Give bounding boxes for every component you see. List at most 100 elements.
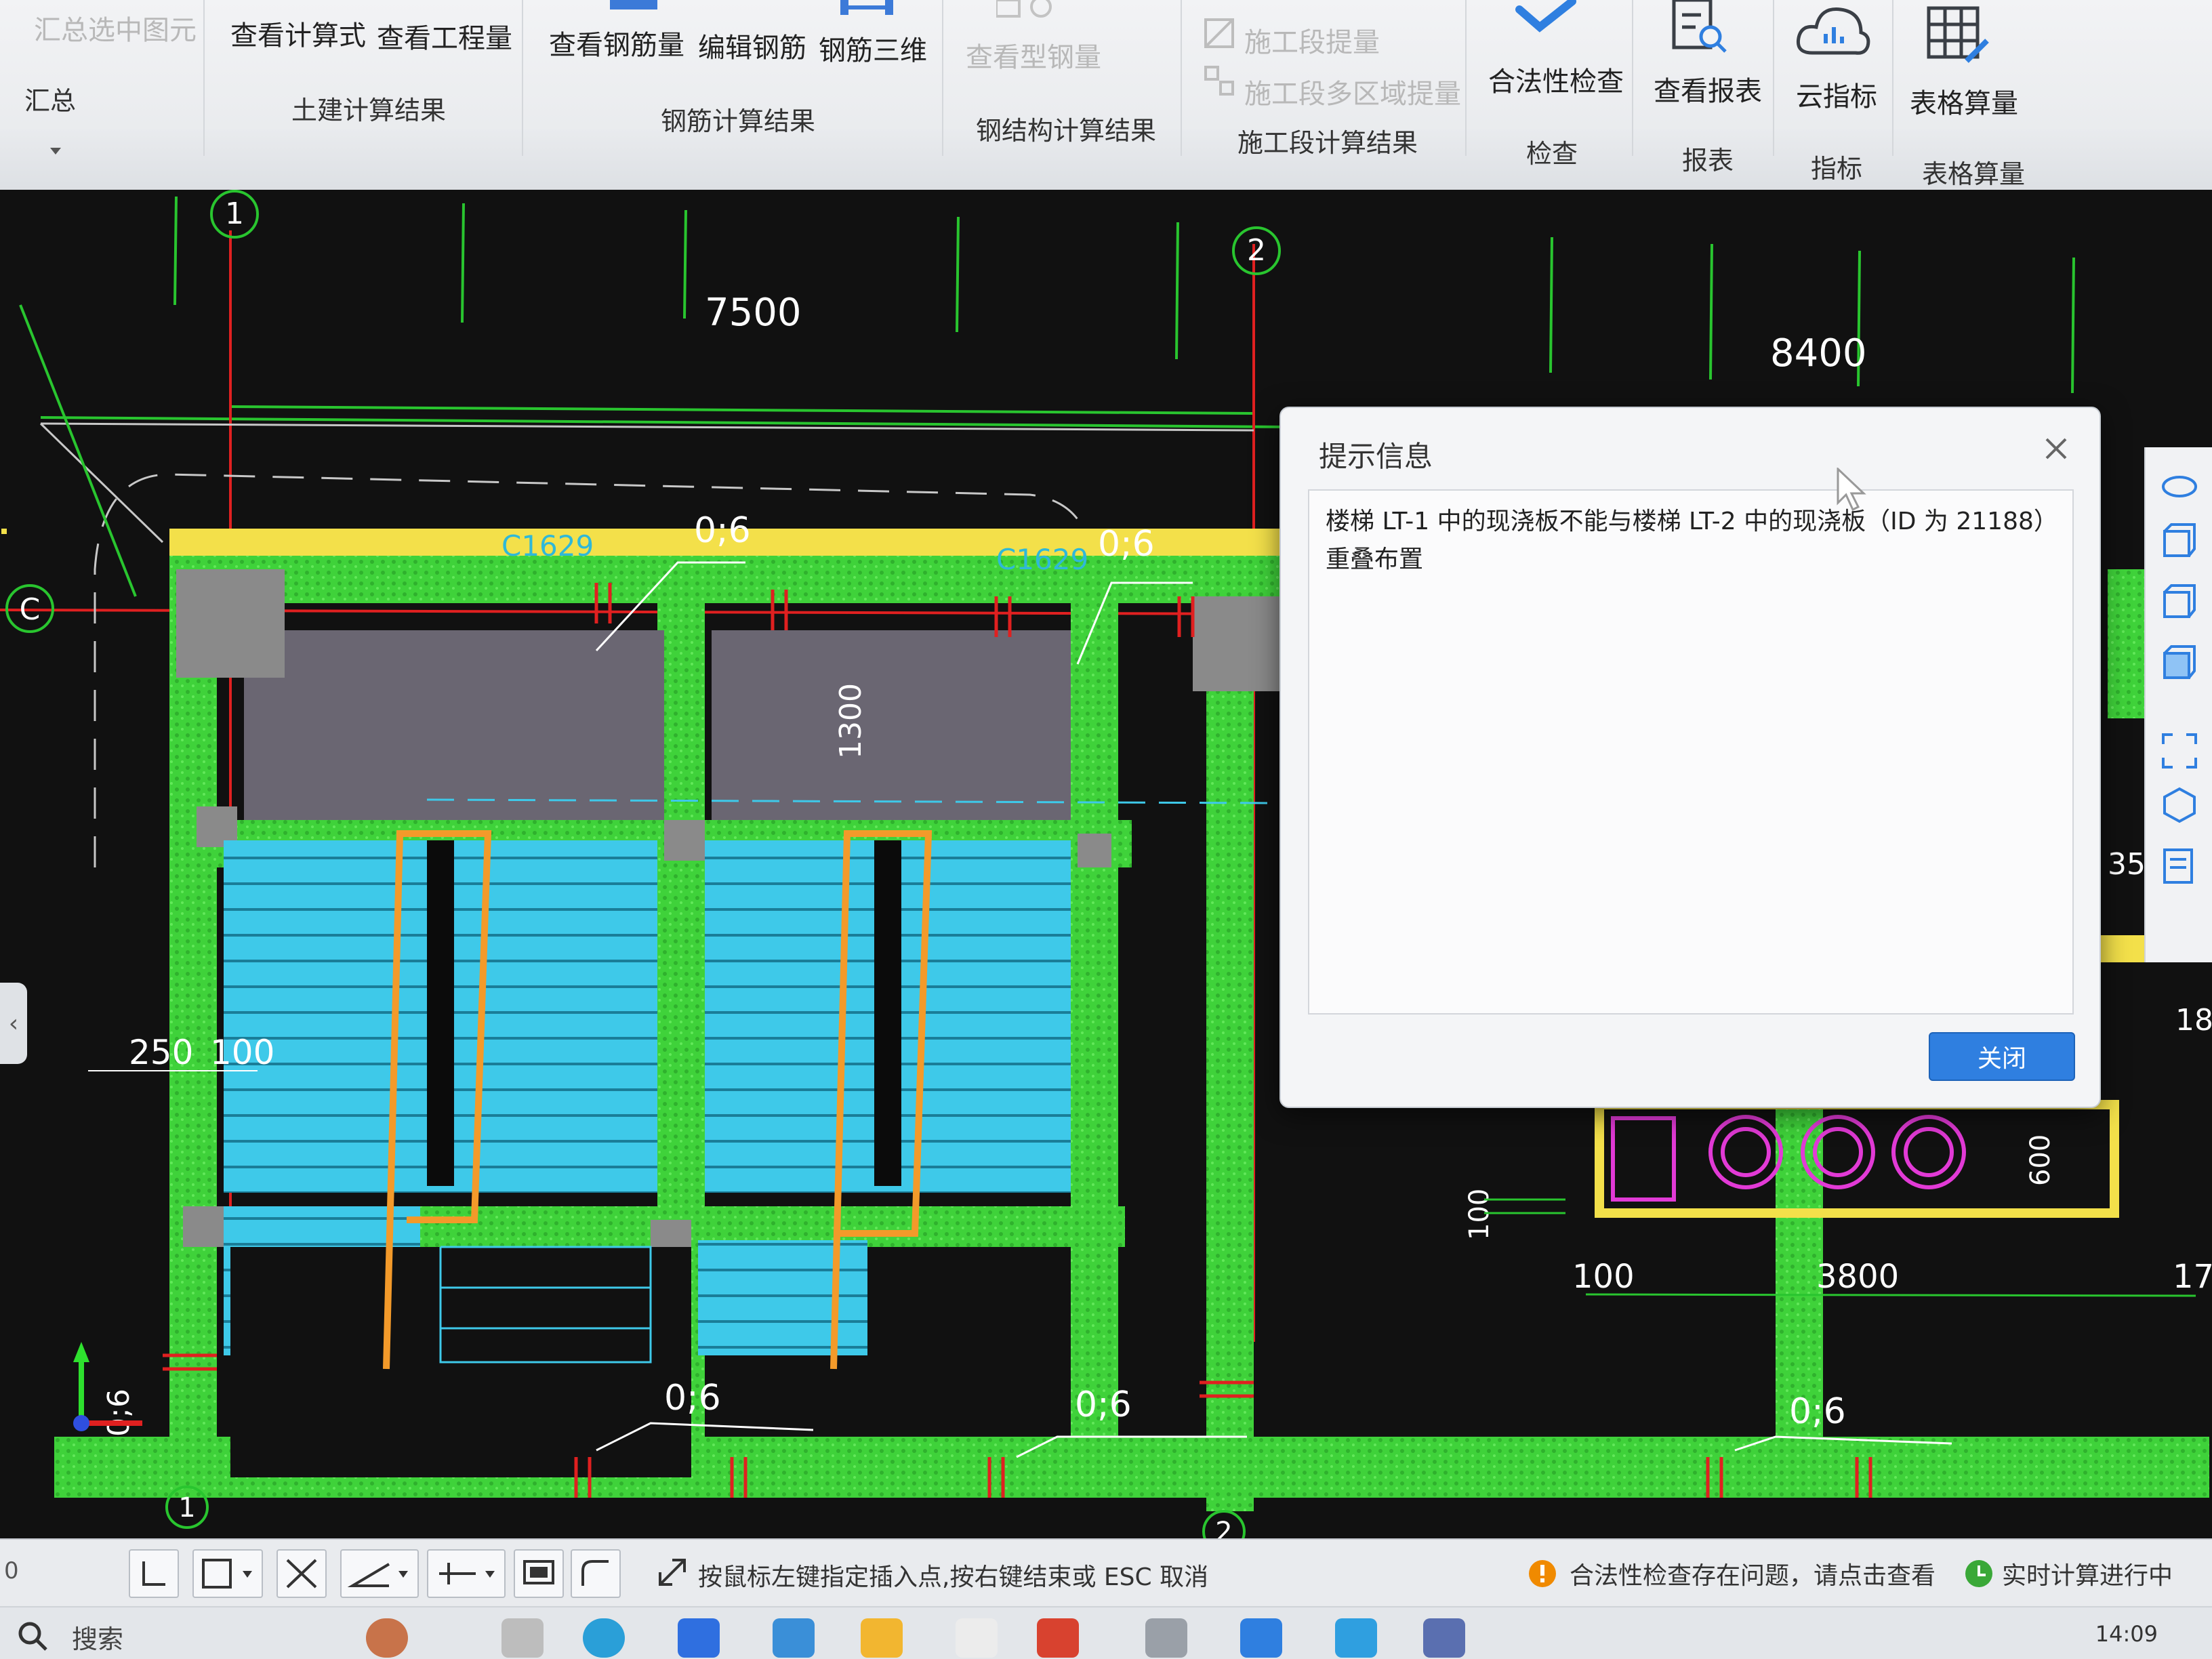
legality-warning-link[interactable]: 合法性检查存在问题，请点击查看 [1570, 1556, 1936, 1591]
orthogonal-toggle[interactable] [129, 1549, 179, 1598]
taskbar-app-mail[interactable] [1240, 1618, 1282, 1658]
taskbar-app-chat[interactable] [956, 1618, 998, 1658]
view-rebar-button[interactable]: 查看钢筋量 [549, 23, 684, 62]
dim-100-vertical: 100 [1464, 1189, 1495, 1240]
taskbar-avatar[interactable] [366, 1618, 408, 1658]
dropdown-arrow-icon[interactable] [49, 146, 62, 156]
ribbon-separator [1773, 0, 1774, 156]
taskbar-app-monitor[interactable] [1423, 1618, 1465, 1658]
dim-100-left: 100 [210, 1033, 274, 1072]
opening-mark: 0;6 [1075, 1385, 1132, 1425]
taskbar-app-cloud[interactable] [1335, 1618, 1377, 1658]
summary-selected-button[interactable]: 汇总选中图元 [34, 8, 197, 47]
cross-icon [286, 1559, 317, 1589]
view-steel-button[interactable]: 查看型钢量 [966, 35, 1101, 75]
report-search-icon [1672, 0, 1727, 53]
opening-mark: 0;6 [1789, 1391, 1846, 1432]
angle-icon [347, 1563, 408, 1587]
axis-bubble-1: 1 [210, 190, 259, 239]
svg-text:2: 2 [1247, 233, 1266, 268]
svg-text:1: 1 [178, 1492, 195, 1523]
taskbar-app-folder[interactable] [861, 1618, 903, 1658]
dialog-close-button[interactable]: 关闭 [1929, 1032, 2075, 1081]
solid-view-icon[interactable] [2160, 644, 2198, 682]
chevron-left-icon: ‹ [8, 1009, 19, 1038]
search-icon[interactable] [16, 1620, 50, 1654]
ribbon-separator [942, 0, 943, 156]
opening-mark: 0;6 [694, 510, 751, 551]
ribbon-separator [1632, 0, 1633, 156]
coordinate-readout: 0 [4, 1557, 19, 1584]
view-quantity-button[interactable]: 查看工程量 [377, 16, 512, 56]
edit-rebar-button[interactable]: 编辑钢筋 [698, 26, 806, 65]
box-view-icon[interactable] [2160, 786, 2198, 824]
opening-mark: 0;6 [1098, 524, 1155, 565]
collapse-panel-tab[interactable]: ‹ [0, 983, 27, 1064]
rebar-results-caption: 钢筋计算结果 [661, 106, 816, 136]
display-toggle[interactable] [514, 1549, 564, 1598]
offset-icon [439, 1563, 495, 1584]
dim-7500: 7500 [705, 291, 802, 335]
wall-marker [1, 529, 7, 534]
warning-icon[interactable] [1528, 1559, 1557, 1589]
display-icon [523, 1560, 554, 1584]
stage-extract-button[interactable]: 施工段提量 [1244, 20, 1380, 60]
cloud-index-icon [1796, 7, 1870, 55]
view-rebar-icon [610, 0, 657, 9]
live-calc-status: 实时计算进行中 [2002, 1562, 2173, 1590]
civil-results-caption: 土建计算结果 [291, 96, 447, 125]
ribbon-separator [522, 0, 523, 156]
cross-toggle[interactable] [276, 1549, 327, 1598]
taskbar-app-store[interactable] [773, 1618, 815, 1658]
landing-slab-left [244, 630, 664, 820]
legality-check-button[interactable]: 合法性检查 [1488, 60, 1624, 99]
opening-mark: 0;6 [102, 1389, 136, 1437]
table-calc-icon [1927, 6, 1989, 63]
dialog-title: 提示信息 [1319, 440, 1433, 473]
3d-view-icon[interactable] [2160, 522, 2198, 560]
clock-icon [1965, 1560, 1992, 1587]
cloud-index-button[interactable]: 云指标 [1796, 75, 1877, 114]
view-report-button[interactable]: 查看报表 [1654, 69, 1762, 108]
dialog-message-box: 楼梯 LT-1 中的现浇板不能与楼梯 LT-2 中的现浇板（ID 为 21188… [1308, 489, 2074, 1015]
diagonal-line [19, 304, 137, 597]
angle-toggle[interactable] [340, 1549, 419, 1598]
rect-select-toggle[interactable] [192, 1549, 263, 1598]
axis-bubble-c: C [5, 584, 54, 633]
cube-view-icon[interactable] [2160, 583, 2198, 621]
taskbar-app-grey[interactable] [1145, 1618, 1187, 1658]
ribbon-toolbar: 汇总选中图元 汇总 查看计算式 查看工程量 土建计算结果 查看钢筋量 编辑钢筋 … [0, 0, 2212, 190]
window-label-2: C1629 [996, 543, 1088, 576]
close-icon[interactable] [2037, 430, 2075, 468]
window-label-1: C1629 [501, 529, 594, 562]
snap-toggle[interactable] [571, 1549, 621, 1598]
ribbon-separator [1892, 0, 1893, 156]
dialog-message: 楼梯 LT-1 中的现浇板不能与楼梯 LT-2 中的现浇板（ID 为 21188… [1326, 508, 2046, 573]
taskbar-search[interactable]: 搜索 [72, 1618, 123, 1656]
stage-results-caption: 施工段计算结果 [1237, 128, 1418, 158]
dim-180: 180 [2175, 1003, 2212, 1038]
offset-toggle[interactable] [427, 1549, 506, 1598]
view-formula-button[interactable]: 查看计算式 [230, 14, 366, 53]
prompt-info-dialog: 提示信息 楼梯 LT-1 中的现浇板不能与楼梯 LT-2 中的现浇板（ID 为 … [1279, 407, 2101, 1108]
rotate-view-icon[interactable] [2160, 468, 2198, 506]
taskbar-app-red[interactable] [1037, 1618, 1079, 1658]
rebar-3d-button[interactable]: 钢筋三维 [819, 28, 927, 68]
dim-17: 17 [2173, 1258, 2212, 1296]
table-calc-button[interactable]: 表格算量 [1910, 81, 2018, 121]
ribbon-separator [1465, 0, 1467, 156]
taskbar-app-files[interactable] [501, 1618, 544, 1658]
stage-extract-icon [1204, 18, 1234, 48]
taskbar-app-edge[interactable] [583, 1618, 625, 1658]
dim-600: 600 [2025, 1134, 2056, 1186]
fullscreen-icon[interactable] [2160, 732, 2198, 770]
resize-arrow-icon [659, 1559, 686, 1586]
landing-slab-right [712, 630, 1071, 820]
mouse-cursor-icon [1837, 468, 1866, 512]
summary-group-caption: 汇总 [24, 86, 77, 116]
taskbar-app-blue[interactable] [678, 1618, 720, 1658]
multi-region-extract-button[interactable]: 施工段多区域提量 [1244, 72, 1461, 111]
os-taskbar: 搜索 14:09 [0, 1606, 2212, 1659]
axis-bubble-1-bottom: 1 [165, 1486, 209, 1529]
list-view-icon[interactable] [2160, 847, 2198, 885]
